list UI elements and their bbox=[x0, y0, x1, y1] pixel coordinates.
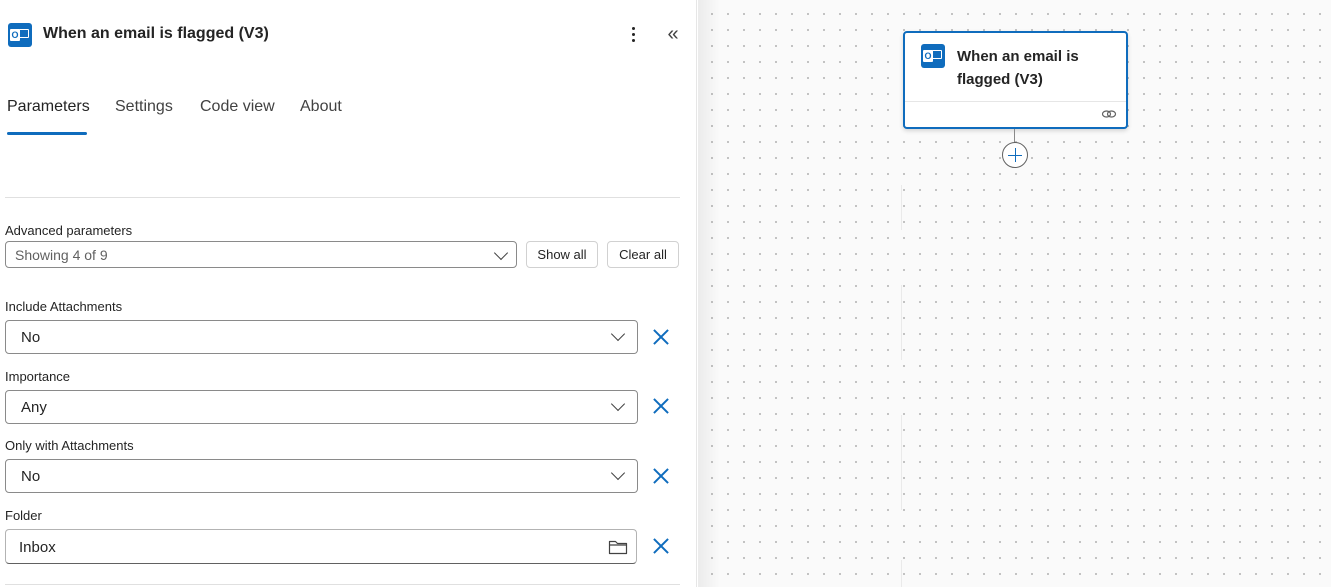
add-step-button[interactable] bbox=[1002, 142, 1028, 168]
advanced-parameters-dropdown[interactable]: Showing 4 of 9 bbox=[5, 241, 517, 268]
canvas-guide bbox=[901, 560, 902, 587]
chevron-down-icon bbox=[610, 465, 626, 481]
action-config-panel: O When an email is flagged (V3) « Parame… bbox=[0, 0, 697, 587]
show-all-button[interactable]: Show all bbox=[526, 241, 598, 268]
more-options-icon[interactable] bbox=[624, 24, 642, 46]
importance-dropdown[interactable]: Any bbox=[5, 390, 638, 424]
outlook-icon: O bbox=[8, 23, 32, 47]
divider bbox=[5, 197, 680, 198]
remove-only-with-attachments-icon[interactable] bbox=[650, 465, 672, 487]
chevron-down-icon bbox=[610, 396, 626, 412]
importance-value: Any bbox=[21, 399, 47, 416]
collapse-panel-icon[interactable]: « bbox=[662, 22, 684, 46]
include-attachments-dropdown[interactable]: No bbox=[5, 320, 638, 354]
tab-parameters[interactable]: Parameters bbox=[7, 98, 90, 116]
panel-header: O When an email is flagged (V3) « bbox=[0, 0, 697, 70]
include-attachments-label: Include Attachments bbox=[5, 299, 123, 314]
canvas-guide bbox=[901, 415, 902, 510]
only-with-attachments-dropdown[interactable]: No bbox=[5, 459, 638, 493]
advanced-parameters-label: Advanced parameters bbox=[5, 223, 133, 238]
clear-all-button[interactable]: Clear all bbox=[607, 241, 679, 268]
folder-value: Inbox bbox=[19, 539, 56, 556]
folder-label: Folder bbox=[5, 508, 42, 523]
connection-link-icon[interactable] bbox=[1101, 108, 1117, 120]
advanced-parameters-value: Showing 4 of 9 bbox=[15, 247, 108, 263]
folder-field[interactable]: Inbox bbox=[5, 529, 637, 564]
remove-folder-icon[interactable] bbox=[650, 535, 672, 557]
canvas-guide bbox=[901, 185, 902, 230]
folder-picker-icon[interactable] bbox=[608, 539, 628, 555]
panel-shadow bbox=[698, 0, 720, 587]
only-with-attachments-value: No bbox=[21, 468, 41, 485]
outlook-icon: O bbox=[921, 44, 945, 68]
divider bbox=[5, 584, 680, 585]
flow-connector bbox=[1014, 129, 1015, 143]
node-footer bbox=[905, 101, 1126, 127]
tab-about[interactable]: About bbox=[300, 98, 342, 116]
remove-importance-icon[interactable] bbox=[650, 395, 672, 417]
active-tab-indicator bbox=[7, 132, 87, 135]
tab-code-view[interactable]: Code view bbox=[200, 98, 275, 116]
panel-title: When an email is flagged (V3) bbox=[43, 25, 269, 42]
trigger-node-card[interactable]: O When an email is flagged (V3) bbox=[903, 31, 1128, 129]
node-title: When an email is flagged (V3) bbox=[957, 48, 1079, 88]
include-attachments-value: No bbox=[21, 329, 41, 346]
tab-settings[interactable]: Settings bbox=[115, 98, 173, 116]
only-with-attachments-label: Only with Attachments bbox=[5, 438, 134, 453]
chevron-down-icon bbox=[610, 326, 626, 342]
remove-include-attachments-icon[interactable] bbox=[650, 326, 672, 348]
chevron-down-icon bbox=[493, 245, 509, 261]
canvas-guide bbox=[901, 285, 902, 360]
importance-label: Importance bbox=[5, 369, 71, 384]
